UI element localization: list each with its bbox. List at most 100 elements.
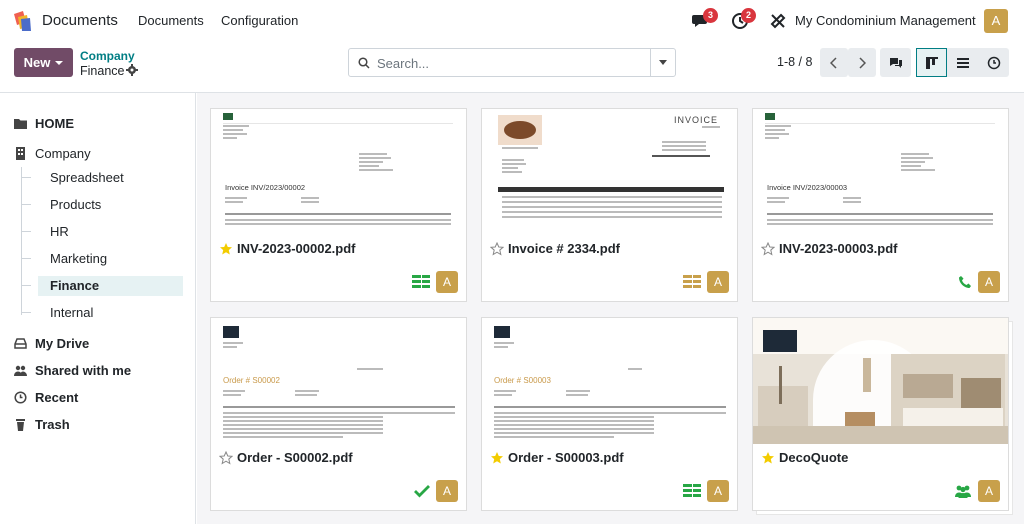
sidebar-item-shared[interactable]: Shared with me <box>14 363 131 378</box>
sidebar-item-hr[interactable]: HR <box>50 224 69 239</box>
building-icon <box>16 147 25 160</box>
new-button[interactable]: New <box>14 48 73 77</box>
owner-avatar[interactable]: A <box>707 480 729 502</box>
owner-avatar[interactable]: A <box>436 271 458 293</box>
document-name: DecoQuote <box>779 450 849 465</box>
card-footer: A <box>683 271 729 293</box>
document-title[interactable]: Order - S00003.pdf <box>490 450 624 465</box>
document-name: INV-2023-00002.pdf <box>237 241 356 256</box>
document-card[interactable]: Invoice INV/2023/00003 INV-2023-00003.pd… <box>752 108 1009 302</box>
document-name: Order - S00002.pdf <box>237 450 353 465</box>
search-bar <box>348 48 676 77</box>
sidebar-item-marketing[interactable]: Marketing <box>50 251 107 266</box>
preview-title: Invoice INV/2023/00003 <box>767 183 848 192</box>
sidebar-item-label: My Drive <box>35 336 90 351</box>
menu-documents[interactable]: Documents <box>138 13 204 28</box>
kanban-content: Invoice INV/2023/00002 INV-2023-00002.pd… <box>197 93 1024 524</box>
document-card[interactable]: Order # S00003 Order - S00003.pdf A <box>481 317 738 511</box>
sidebar-item-home[interactable]: HOME <box>14 116 74 131</box>
card-footer: A <box>414 480 458 502</box>
list-view-button[interactable] <box>947 48 978 77</box>
folder-icon <box>14 119 27 129</box>
tools-icon[interactable] <box>769 12 787 30</box>
sidebar-item-finance[interactable]: Finance <box>50 278 99 293</box>
chevron-right-icon <box>859 56 866 69</box>
preview-title: Invoice INV/2023/00002 <box>225 183 306 192</box>
documents-app-icon[interactable] <box>12 10 34 32</box>
user-avatar[interactable]: A <box>984 9 1008 33</box>
card-footer: A <box>683 480 729 502</box>
accounting-icon[interactable] <box>412 275 430 289</box>
gear-icon[interactable] <box>126 64 138 76</box>
search-icon <box>358 57 370 69</box>
document-name: Invoice # 2334.pdf <box>508 241 620 256</box>
document-preview: Invoice INV/2023/00002 <box>211 109 466 237</box>
comments-icon <box>889 57 902 68</box>
card-footer: A <box>412 271 458 293</box>
hard-drive-icon <box>14 338 27 349</box>
owner-avatar[interactable]: A <box>436 480 458 502</box>
sidebar-item-internal[interactable]: Internal <box>50 305 93 320</box>
pager-previous-button[interactable] <box>820 48 848 77</box>
document-title[interactable]: DecoQuote <box>761 450 848 465</box>
caret-down-icon <box>55 60 64 65</box>
star-filled-icon[interactable] <box>490 451 504 465</box>
star-filled-icon[interactable] <box>761 451 775 465</box>
sidebar-item-label: Company <box>35 146 91 161</box>
search-options-toggle[interactable] <box>650 49 675 76</box>
sidebar-item-my-drive[interactable]: My Drive <box>14 336 89 351</box>
sidebar-item-label: HOME <box>35 116 74 131</box>
sidebar-item-trash[interactable]: Trash <box>14 417 70 432</box>
document-card[interactable]: Order # S00002 Order - S00002.pdf A <box>210 317 467 511</box>
document-title[interactable]: INV-2023-00003.pdf <box>761 241 898 256</box>
sidebar-item-spreadsheet[interactable]: Spreadsheet <box>50 170 124 185</box>
owner-avatar[interactable]: A <box>978 271 1000 293</box>
list-icon <box>956 57 969 68</box>
document-preview: INVOICE <box>482 109 737 237</box>
top-navbar: Documents Documents Configuration 3 2 My… <box>0 0 1024 40</box>
check-icon[interactable] <box>414 484 430 498</box>
clock-icon <box>14 391 27 404</box>
chevron-left-icon <box>830 56 837 69</box>
star-outline-icon[interactable] <box>761 241 775 256</box>
pager-value[interactable]: 1-8 / 8 <box>777 55 812 69</box>
star-filled-icon[interactable] <box>219 242 233 256</box>
card-footer: A <box>958 271 1000 293</box>
sidebar-item-label: Recent <box>35 390 79 405</box>
phone-icon[interactable] <box>958 275 972 289</box>
messages-badge: 3 <box>703 8 718 23</box>
document-name: Order - S00003.pdf <box>508 450 624 465</box>
sidebar-item-label: Trash <box>35 417 70 432</box>
sidebar-item-company[interactable]: Company <box>14 146 91 161</box>
document-title[interactable]: Order - S00002.pdf <box>219 450 353 465</box>
document-preview <box>753 318 1008 444</box>
document-card[interactable]: DecoQuote A <box>752 317 1009 511</box>
sidebar-item-products[interactable]: Products <box>50 197 101 212</box>
activity-view-button[interactable] <box>978 48 1009 77</box>
document-card[interactable]: Invoice INV/2023/00002 INV-2023-00002.pd… <box>210 108 467 302</box>
tree-line <box>21 167 22 315</box>
preview-title: Order # S00002 <box>223 376 280 385</box>
star-outline-icon[interactable] <box>219 450 233 465</box>
document-card[interactable]: INVOICE Invoice # 2334.pdf A <box>481 108 738 302</box>
document-title[interactable]: Invoice # 2334.pdf <box>490 241 620 256</box>
sidebar-item-recent[interactable]: Recent <box>14 390 78 405</box>
star-outline-icon[interactable] <box>490 241 504 256</box>
chatter-toggle-button[interactable] <box>880 48 911 77</box>
users-icon[interactable] <box>954 484 972 498</box>
document-title[interactable]: INV-2023-00002.pdf <box>219 241 356 256</box>
owner-avatar[interactable]: A <box>978 480 1000 502</box>
company-switcher[interactable]: My Condominium Management <box>795 13 976 28</box>
folder-sidebar: HOME Company Spreadsheet Products HR Mar… <box>0 93 196 524</box>
menu-configuration[interactable]: Configuration <box>221 13 298 28</box>
accounting-icon[interactable] <box>683 484 701 498</box>
search-input[interactable] <box>377 55 647 71</box>
document-preview: Invoice INV/2023/00003 <box>753 109 1008 237</box>
app-name[interactable]: Documents <box>42 12 118 29</box>
kanban-view-button[interactable] <box>916 48 947 77</box>
pager-next-button[interactable] <box>848 48 876 77</box>
accounting-icon[interactable] <box>683 275 701 289</box>
breadcrumb-company[interactable]: Company <box>80 49 135 63</box>
owner-avatar[interactable]: A <box>707 271 729 293</box>
document-name: INV-2023-00003.pdf <box>779 241 898 256</box>
